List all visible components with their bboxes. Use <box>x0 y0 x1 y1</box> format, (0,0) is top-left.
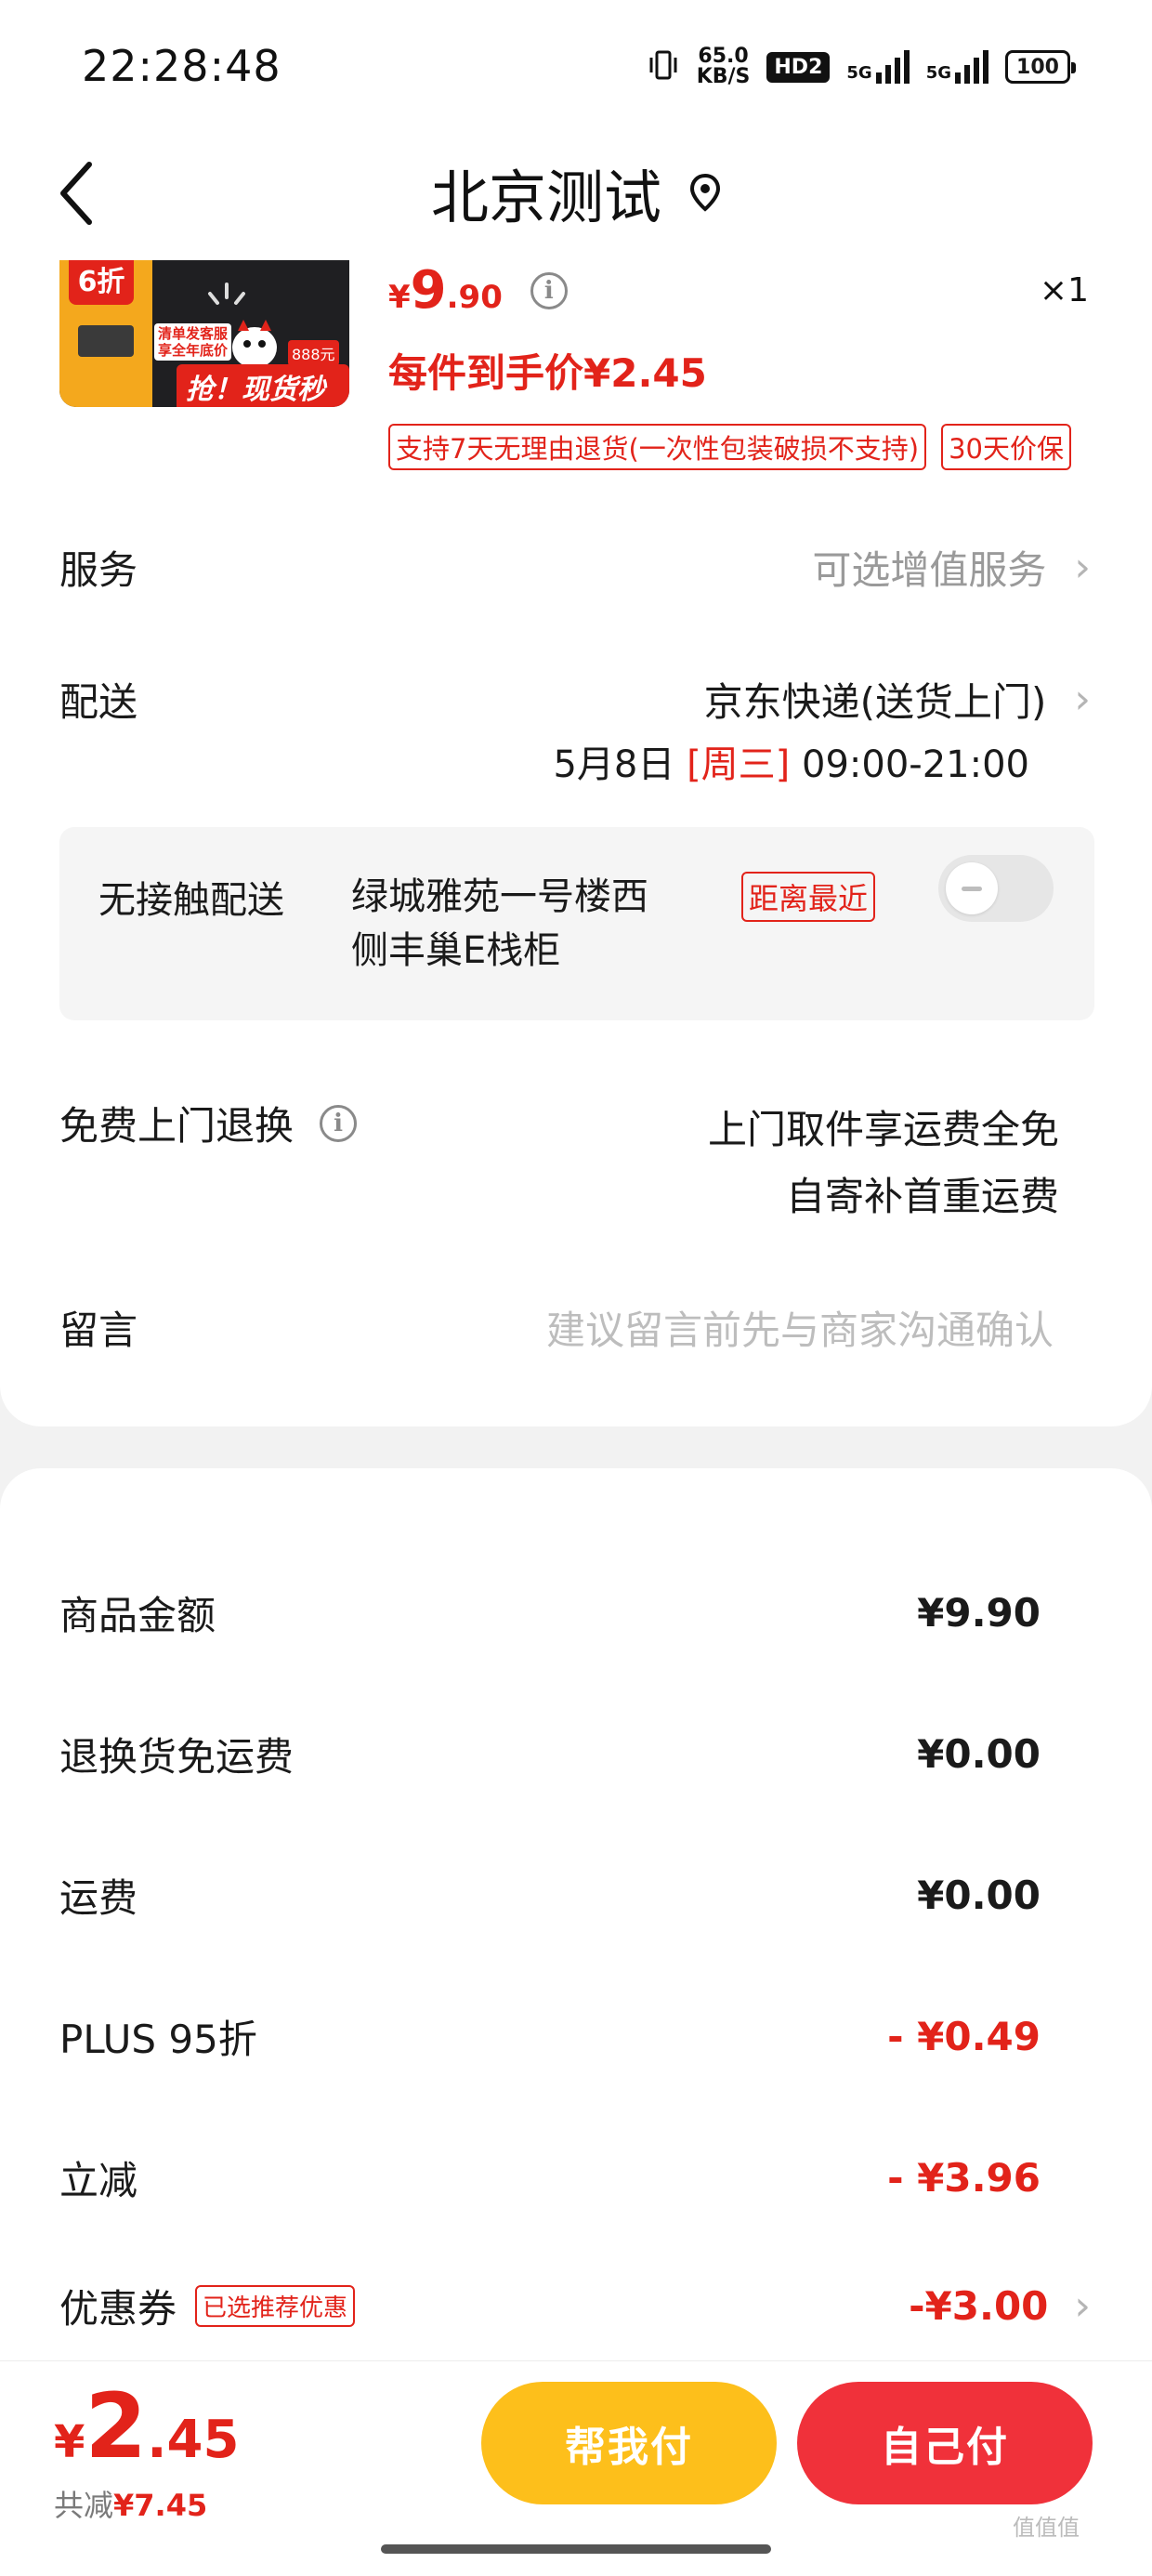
price-currency: ¥ <box>388 279 411 316</box>
total-integer: 2 <box>85 2374 148 2478</box>
message-row[interactable]: 留言 建议留言前先与商家沟通确认 <box>59 1299 1054 1355</box>
return-policy-tag[interactable]: 支持7天无理由退货(一次性包装破损不支持) <box>388 424 927 470</box>
self-pay-button[interactable]: 自己付 <box>797 2382 1093 2504</box>
status-bar: 22:28:48 65.0 KB/S HD2 5G 5G 100 <box>0 0 1152 139</box>
signal-bars-icon <box>875 50 910 84</box>
delivery-date: 5月8日 <box>553 743 675 786</box>
delivery-label: 配送 <box>59 678 138 725</box>
summary-row-goods: 商品金额 ¥9.90 <box>59 1580 1041 1645</box>
vibrate-icon <box>647 48 680 85</box>
speed-unit: KB/S <box>696 65 751 88</box>
summary-label: 商品金额 <box>59 1592 216 1638</box>
contactless-address: 绿城雅苑一号楼西 侧丰巢E栈柜 <box>351 870 648 978</box>
free-return-label: 免费上门退换 <box>59 1103 295 1149</box>
chevron-right-icon: › <box>1074 543 1091 591</box>
total-saved: 共减¥7.45 <box>54 2482 207 2525</box>
thumb-slogan: 抢！现货秒发 <box>177 364 349 407</box>
chevron-right-icon: › <box>1074 2281 1091 2330</box>
home-indicator[interactable] <box>381 2544 771 2554</box>
signal-5g-1: 5G <box>846 50 910 84</box>
delivery-method: 京东快递(送货上门) <box>703 678 1047 725</box>
summary-row-plus-discount: PLUS 95折 - ¥0.49 <box>59 2004 1041 2069</box>
signal-bars-icon <box>955 50 988 84</box>
thumb-promo-2: 享全年底价 <box>158 342 229 359</box>
coupon-label: 优惠券 <box>59 2285 177 2332</box>
delivery-row[interactable]: 配送 京东快递(送货上门) › <box>59 671 1091 727</box>
page-title-wrap[interactable]: 北京测试 <box>0 151 1152 234</box>
summary-row-instant-discount: 立减 - ¥3.96 <box>59 2145 1041 2210</box>
location-pin-icon <box>689 173 721 212</box>
free-return-label-wrap: 免费上门退换 i <box>59 1095 358 1151</box>
top-nav: 北京测试 <box>0 139 1152 260</box>
service-value: 可选增值服务 <box>812 546 1047 593</box>
summary-value: ¥9.90 <box>917 1589 1041 1636</box>
network-speed: 65.0 KB/S <box>697 46 751 87</box>
price-protect-tag[interactable]: 30天价保 <box>941 424 1071 470</box>
summary-row-shipping: 运费 ¥0.00 <box>59 1862 1041 1927</box>
product-thumbnail[interactable]: 6折 清单发客服 享全年底价 888元 抢！现货秒发 <box>59 260 349 407</box>
summary-value: - ¥3.96 <box>887 2154 1041 2201</box>
thumb-price-badge: 888元 <box>288 340 339 366</box>
delivery-time-range: 09:00-21:00 <box>802 743 1029 786</box>
price-decimal: .90 <box>446 279 503 316</box>
summary-label: 运费 <box>59 1874 138 1921</box>
watermark: 值值值 <box>1013 2515 1080 2541</box>
page-title: 北京测试 <box>430 164 661 231</box>
contactless-delivery-box: 无接触配送 绿城雅苑一号楼西 侧丰巢E栈柜 距离最近 <box>59 827 1094 1020</box>
total-price: ¥2.45 <box>54 2374 239 2478</box>
coupon-row[interactable]: 优惠券 已选推荐优惠 -¥3.00 › <box>59 2273 1091 2338</box>
contactless-toggle[interactable] <box>938 855 1054 922</box>
free-return-info-icon[interactable]: i <box>320 1104 358 1142</box>
price-info-icon[interactable]: i <box>530 272 568 309</box>
product-price: ¥9.90 i <box>388 260 568 321</box>
saved-label: 共减 <box>54 2488 114 2523</box>
net-type-2: 5G <box>925 63 951 83</box>
thumb-discount: 6折 <box>69 260 134 305</box>
summary-row-return-shipping: 退换货免运费 ¥0.00 <box>59 1721 1041 1786</box>
contactless-label: 无接触配送 <box>98 879 284 922</box>
summary-value: - ¥0.49 <box>887 2013 1041 2059</box>
price-integer: 9 <box>410 260 447 321</box>
contactless-address-line1: 绿城雅苑一号楼西 <box>351 875 648 918</box>
product-tags: 支持7天无理由退货(一次性包装破损不支持) 30天价保 <box>388 424 1071 470</box>
hd-icon: HD2 <box>766 51 831 83</box>
summary-value: ¥0.00 <box>917 1872 1041 1918</box>
price-summary-card: 商品金额 ¥9.90 退换货免运费 ¥0.00 运费 ¥0.00 PLUS 95… <box>0 1468 1152 2398</box>
summary-label: PLUS 95折 <box>59 2016 257 2062</box>
total-decimal: .45 <box>147 2410 240 2470</box>
product-quantity: ×1 <box>1039 271 1089 309</box>
message-input[interactable]: 建议留言前先与商家沟通确认 <box>546 1299 1054 1356</box>
thumb-product-image <box>78 325 134 357</box>
status-time: 22:28:48 <box>82 41 281 91</box>
thumb-promo: 清单发客服 享全年底价 <box>154 323 232 361</box>
chevron-right-icon: › <box>1074 675 1091 723</box>
summary-label: 立减 <box>59 2157 138 2203</box>
coupon-badge: 已选推荐优惠 <box>195 2284 356 2327</box>
delivery-time[interactable]: 5月8日 [周三] 09:00-21:00 <box>553 734 1029 788</box>
total-currency: ¥ <box>54 2416 85 2468</box>
battery-icon: 100 <box>1005 50 1076 84</box>
free-return-info: 上门取件享运费全免 自寄补首重运费 <box>708 1097 1059 1230</box>
saved-value: ¥7.45 <box>113 2488 208 2523</box>
service-label: 服务 <box>59 546 138 593</box>
summary-label: 退换货免运费 <box>59 1733 295 1780</box>
contactless-address-line2: 侧丰巢E栈柜 <box>351 929 561 972</box>
net-type-1: 5G <box>846 63 872 83</box>
toggle-off-icon <box>946 862 998 914</box>
order-detail-card: 6折 清单发客服 享全年底价 888元 抢！现货秒发 ¥9.90 i ×1 每件… <box>0 260 1152 1426</box>
summary-value: ¥0.00 <box>917 1730 1041 1777</box>
nearest-badge: 距离最近 <box>741 872 876 922</box>
speed-value: 65.0 <box>698 45 749 68</box>
unit-price: 每件到手价¥2.45 <box>388 350 707 396</box>
free-return-line2: 自寄补首重运费 <box>785 1174 1059 1219</box>
signal-5g-2: 5G <box>926 50 988 84</box>
free-return-line1: 上门取件享运费全免 <box>707 1107 1059 1152</box>
coupon-value: -¥3.00 <box>909 2282 1049 2329</box>
help-pay-button[interactable]: 帮我付 <box>481 2382 777 2504</box>
delivery-weekday: [周三] <box>687 743 791 786</box>
status-icons: 65.0 KB/S HD2 5G 5G 100 <box>647 45 1076 89</box>
thumb-promo-1: 清单发客服 <box>158 325 229 342</box>
service-row[interactable]: 服务 可选增值服务 › <box>59 539 1091 595</box>
message-label: 留言 <box>59 1307 138 1353</box>
